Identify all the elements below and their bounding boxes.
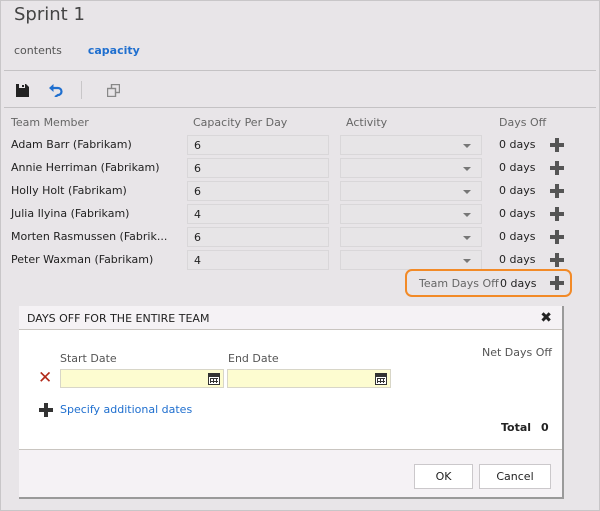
ok-button[interactable]: OK: [414, 464, 473, 489]
activity-select[interactable]: [340, 135, 482, 155]
dialog-footer: OK Cancel: [19, 449, 562, 497]
chevron-down-icon: [463, 259, 471, 263]
dialog-title: DAYS OFF FOR THE ENTIRE TEAM: [27, 312, 210, 325]
days-off-value: 0 days: [499, 184, 536, 197]
add-days-off-button[interactable]: [550, 138, 564, 152]
activity-select[interactable]: [340, 227, 482, 247]
capacity-input[interactable]: 6: [187, 181, 329, 201]
net-days-off-label: Net Days Off: [482, 346, 552, 359]
calendar-icon[interactable]: [208, 373, 220, 385]
capacity-input[interactable]: 6: [187, 227, 329, 247]
add-days-off-button[interactable]: [550, 207, 564, 221]
chevron-down-icon: [463, 167, 471, 171]
activity-select[interactable]: [340, 204, 482, 224]
copy-icon: [106, 83, 120, 97]
add-days-off-button[interactable]: [550, 184, 564, 198]
column-header-activity: Activity: [346, 116, 388, 129]
chevron-down-icon: [463, 144, 471, 148]
add-team-days-off-button[interactable]: [550, 276, 564, 290]
toolbar-separator: [81, 81, 82, 99]
remove-date-range-icon[interactable]: ✕: [38, 368, 52, 388]
start-date-label: Start Date: [60, 352, 117, 365]
save-icon: [15, 83, 29, 97]
days-off-value: 0 days: [499, 138, 536, 151]
team-member-name: Peter Waxman (Fabrikam): [11, 253, 154, 266]
tab-contents[interactable]: contents: [14, 44, 62, 57]
end-date-label: End Date: [228, 352, 279, 365]
days-off-value: 0 days: [499, 253, 536, 266]
save-button[interactable]: [11, 80, 33, 100]
end-date-input[interactable]: [227, 369, 391, 388]
chevron-down-icon: [463, 190, 471, 194]
table-row: Holly Holt (Fabrikam) 6 0 days: [1, 180, 600, 203]
table-row: Julia Ilyina (Fabrikam) 4 0 days: [1, 203, 600, 226]
calendar-icon[interactable]: [375, 373, 387, 385]
days-off-value: 0 days: [499, 207, 536, 220]
team-member-name: Annie Herriman (Fabrikam): [11, 161, 160, 174]
divider: [4, 70, 596, 71]
team-member-name: Adam Barr (Fabrikam): [11, 138, 132, 151]
table-row: Annie Herriman (Fabrikam) 6 0 days: [1, 157, 600, 180]
team-member-name: Holly Holt (Fabrikam): [11, 184, 127, 197]
column-header-team-member: Team Member: [11, 116, 89, 129]
table-row: Adam Barr (Fabrikam) 6 0 days: [1, 134, 600, 157]
team-days-off-highlight: Team Days Off 0 days: [405, 269, 572, 297]
team-member-name: Morten Rasmussen (Fabrik...: [11, 230, 168, 243]
cancel-button[interactable]: Cancel: [479, 464, 551, 489]
capacity-input[interactable]: 6: [187, 158, 329, 178]
total-label: Total: [501, 421, 532, 434]
days-off-value: 0 days: [499, 161, 536, 174]
team-days-off-label: Team Days Off: [419, 277, 499, 290]
team-member-name: Julia Ilyina (Fabrikam): [11, 207, 130, 220]
start-date-input[interactable]: [60, 369, 224, 388]
tab-capacity[interactable]: capacity: [88, 44, 140, 57]
divider: [4, 107, 596, 108]
team-days-off-value: 0 days: [500, 277, 537, 290]
column-header-capacity: Capacity Per Day: [193, 116, 288, 129]
close-icon[interactable]: ✖: [540, 310, 552, 326]
activity-select[interactable]: [340, 181, 482, 201]
page-title: Sprint 1: [14, 4, 85, 25]
table-row: Morten Rasmussen (Fabrik... 6 0 days: [1, 226, 600, 249]
add-days-off-button[interactable]: [550, 253, 564, 267]
dialog-header: DAYS OFF FOR THE ENTIRE TEAM ✖: [19, 306, 562, 330]
add-days-off-button[interactable]: [550, 230, 564, 244]
chevron-down-icon: [463, 236, 471, 240]
tab-bar: contents capacity: [14, 44, 140, 57]
add-days-off-button[interactable]: [550, 161, 564, 175]
chevron-down-icon: [463, 213, 471, 217]
total-value: 0: [541, 421, 549, 434]
team-days-off-dialog: DAYS OFF FOR THE ENTIRE TEAM ✖ Start Dat…: [19, 306, 564, 499]
toolbar: [11, 80, 124, 100]
activity-select[interactable]: [340, 250, 482, 270]
undo-icon: [49, 84, 63, 97]
undo-button[interactable]: [45, 80, 67, 100]
column-header-days-off: Days Off: [499, 116, 547, 129]
capacity-input[interactable]: 4: [187, 250, 329, 270]
days-off-value: 0 days: [499, 230, 536, 243]
activity-select[interactable]: [340, 158, 482, 178]
copy-button[interactable]: [102, 80, 124, 100]
capacity-input[interactable]: 6: [187, 135, 329, 155]
capacity-input[interactable]: 4: [187, 204, 329, 224]
specify-additional-dates-link[interactable]: Specify additional dates: [60, 403, 192, 416]
plus-icon[interactable]: [39, 403, 53, 417]
